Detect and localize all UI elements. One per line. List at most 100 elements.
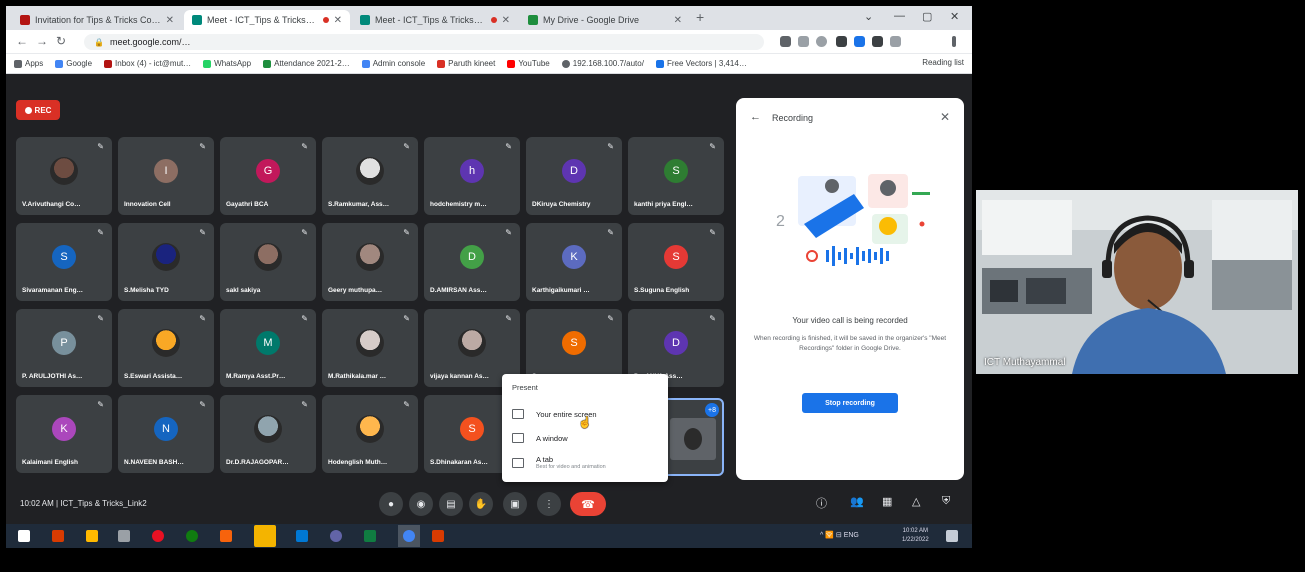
- meeting-details-icon[interactable]: ⓘ: [816, 495, 827, 511]
- bookmark-free-vectors[interactable]: Free Vectors | 3,414…: [655, 59, 747, 68]
- participant-tile[interactable]: ✎ I Innovation Cell: [118, 137, 214, 215]
- presenting-tile[interactable]: +8: [662, 398, 724, 476]
- host-controls-icon[interactable]: ⛨: [942, 495, 950, 508]
- app-icon[interactable]: [432, 530, 444, 542]
- notification-icon[interactable]: [946, 530, 958, 542]
- chrome-icon[interactable]: [403, 530, 415, 542]
- participant-tile[interactable]: ✎ Dr.D.RAJAGOPAR…: [220, 395, 316, 473]
- address-bar[interactable]: 🔒 meet.google.com/…: [84, 34, 764, 50]
- tab-close-icon[interactable]: ✕: [674, 15, 682, 26]
- bookmark-admin-console[interactable]: Admin console: [361, 59, 425, 68]
- reading-list-button[interactable]: Reading list: [922, 58, 964, 67]
- present-button[interactable]: ▣: [503, 492, 527, 516]
- extension-icon[interactable]: [854, 36, 865, 47]
- participant-tile[interactable]: ✎ D DKiruya Chemistry: [526, 137, 622, 215]
- bookmark-inbox[interactable]: Inbox (4) - ict@mut…: [104, 59, 191, 68]
- chat-icon[interactable]: ▦: [882, 495, 892, 508]
- tab-meet[interactable]: Meet - ICT_Tips & Tricks_Li… ✕: [352, 10, 518, 30]
- new-tab-button[interactable]: +: [696, 9, 704, 25]
- extension-icon[interactable]: [836, 36, 847, 47]
- powerpoint-icon[interactable]: [52, 530, 64, 542]
- cast-icon[interactable]: [890, 36, 901, 47]
- participant-tile[interactable]: ✎ S S.Suguna English: [628, 223, 724, 301]
- present-tab-option[interactable]: A tab Best for video and animation: [512, 455, 660, 470]
- close-icon[interactable]: ✕: [940, 110, 950, 124]
- participant-tile[interactable]: ✎ S Sivaramanan Eng…: [16, 223, 112, 301]
- minimize-icon[interactable]: —: [894, 10, 905, 22]
- tab-meet-active[interactable]: Meet - ICT_Tips & Tricks_Li… ✕: [184, 10, 350, 30]
- app-icon[interactable]: [330, 530, 342, 542]
- presentation-thumbnail: [670, 418, 716, 460]
- recording-status-text: Your video call is being recorded: [792, 316, 908, 325]
- present-window-option[interactable]: A window: [512, 433, 660, 443]
- people-icon[interactable]: 👥: [850, 495, 864, 508]
- window-close-icon[interactable]: ✕: [950, 10, 959, 23]
- bookmark-local-ip[interactable]: 192.168.100.7/auto/: [561, 59, 644, 68]
- bookmark-youtube[interactable]: YouTube: [507, 59, 550, 68]
- tab-invitation[interactable]: Invitation for Tips & Tricks Co… ✕: [12, 10, 182, 30]
- taskbar-clock[interactable]: 10:02 AM 1/22/2022: [902, 527, 929, 545]
- system-tray[interactable]: ^ 🛜 ⊟ ENG: [820, 531, 859, 539]
- participant-tile[interactable]: ✎ sakl sakiya: [220, 223, 316, 301]
- participant-tile[interactable]: ✎ S.Eswari Assista…: [118, 309, 214, 387]
- camera-button[interactable]: ◉: [409, 492, 433, 516]
- participant-tile[interactable]: ✎ G Gayathri BCA: [220, 137, 316, 215]
- bookmark-star-icon[interactable]: [816, 36, 827, 47]
- bookmark-attendance[interactable]: Attendance 2021-2…: [263, 59, 350, 68]
- app-icon[interactable]: [152, 530, 164, 542]
- participant-tile[interactable]: ✎ M M.Ramya Asst.Pr…: [220, 309, 316, 387]
- participant-tile[interactable]: ✎ D D.AMIRSAN Ass…: [424, 223, 520, 301]
- bookmark-apps[interactable]: Apps: [14, 59, 43, 68]
- tab-close-icon[interactable]: ✕: [166, 15, 174, 26]
- captions-button[interactable]: ▤: [439, 492, 463, 516]
- bookmark-paruth[interactable]: Paruth kineet: [437, 59, 495, 68]
- back-arrow-icon[interactable]: ←: [16, 34, 28, 48]
- participant-tile[interactable]: ✎ K Kalaimani English: [16, 395, 112, 473]
- tab-close-icon[interactable]: ✕: [502, 15, 510, 26]
- extension-icon[interactable]: [798, 36, 809, 47]
- forward-arrow-icon[interactable]: →: [36, 34, 48, 48]
- recording-badge[interactable]: REC: [16, 100, 60, 120]
- more-participants-badge[interactable]: +8: [705, 403, 719, 417]
- app-icon[interactable]: [118, 530, 130, 542]
- participant-tile[interactable]: ✎ Skanthi priya Engl…: [628, 137, 724, 215]
- participant-tile[interactable]: ✎ M.Rathikala.mar …: [322, 309, 418, 387]
- extensions-puzzle-icon[interactable]: [872, 36, 883, 47]
- teams-icon[interactable]: [296, 530, 308, 542]
- recording-panel: ← Recording ✕ 2 Your video call is being…: [736, 98, 964, 480]
- maximize-icon[interactable]: ▢: [922, 10, 932, 23]
- app-icon[interactable]: [186, 530, 198, 542]
- tab-close-icon[interactable]: ✕: [334, 15, 342, 26]
- leave-call-button[interactable]: ☎: [570, 492, 606, 516]
- camera-indicator-icon[interactable]: [780, 36, 791, 47]
- excel-icon[interactable]: [364, 530, 376, 542]
- chrome-menu-icon[interactable]: [952, 36, 956, 47]
- participant-tile[interactable]: ✎ P P. ARULJOTHI As…: [16, 309, 112, 387]
- app-icon[interactable]: [220, 530, 232, 542]
- back-arrow-icon[interactable]: ←: [750, 111, 761, 123]
- bookmark-whatsapp[interactable]: WhatsApp: [203, 59, 251, 68]
- reload-icon[interactable]: ↻: [56, 34, 66, 48]
- activities-icon[interactable]: △: [912, 495, 920, 508]
- bookmark-label: Paruth kineet: [448, 59, 496, 68]
- participant-tile[interactable]: ✎ Hodenglish Muth…: [322, 395, 418, 473]
- mic-muted-icon: ✎: [97, 228, 104, 237]
- mic-button[interactable]: ●: [379, 492, 403, 516]
- app-icon[interactable]: [254, 525, 276, 547]
- file-explorer-icon[interactable]: [86, 530, 98, 542]
- raise-hand-button[interactable]: ✋: [469, 492, 493, 516]
- stop-recording-button[interactable]: Stop recording: [802, 393, 898, 413]
- participant-tile[interactable]: ✎ Geery muthupa…: [322, 223, 418, 301]
- windows-start-icon[interactable]: [18, 530, 30, 542]
- participant-tile[interactable]: ✎ N N.NAVEEN BASH…: [118, 395, 214, 473]
- participant-tile[interactable]: ✎ S.Ramkumar, Ass…: [322, 137, 418, 215]
- participant-tile[interactable]: ✎ S.Melisha TYD: [118, 223, 214, 301]
- participant-avatar: [356, 157, 384, 185]
- participant-tile[interactable]: ✎ K Karthigaikumari …: [526, 223, 622, 301]
- more-options-button[interactable]: ⋮: [537, 492, 561, 516]
- bookmark-google[interactable]: Google: [55, 59, 92, 68]
- tab-drive[interactable]: My Drive - Google Drive ✕: [520, 10, 690, 30]
- participant-tile[interactable]: ✎ V.Arivuthangi Co…: [16, 137, 112, 215]
- tab-search-icon[interactable]: ⌄: [864, 10, 873, 23]
- participant-tile[interactable]: ✎ h hodchemistry m…: [424, 137, 520, 215]
